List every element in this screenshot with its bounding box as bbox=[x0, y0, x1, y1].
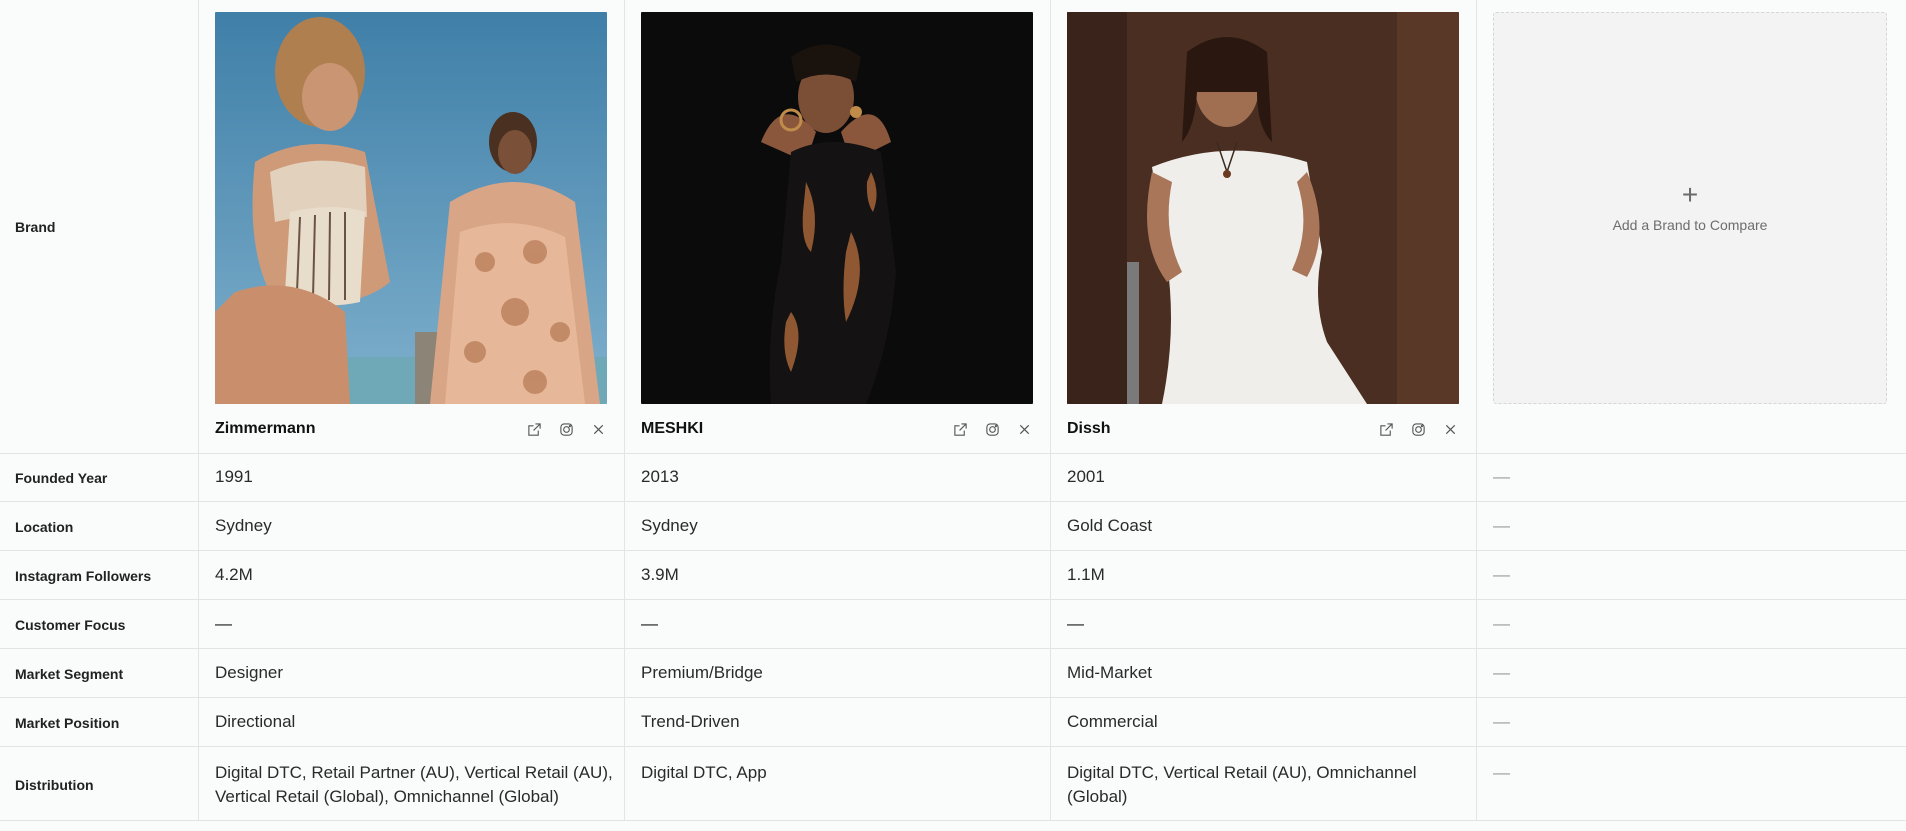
brand-header-row: Brand Zimmermann MESHKI Dissh + Add a Br… bbox=[0, 0, 1906, 454]
value-cell: Digital DTC, Retail Partner (AU), Vertic… bbox=[199, 747, 625, 820]
row-label: Instagram Followers bbox=[0, 551, 199, 599]
external-link-icon[interactable] bbox=[951, 420, 969, 438]
empty-value-cell: — bbox=[1493, 712, 1510, 731]
brand-photo-zimmermann bbox=[215, 12, 607, 404]
row-label: Market Position bbox=[0, 698, 199, 746]
brand-card-dissh: Dissh bbox=[1051, 0, 1477, 453]
value-cell: 2013 bbox=[625, 453, 1051, 501]
add-brand-label: Add a Brand to Compare bbox=[1612, 217, 1768, 233]
row-customer-focus: Customer Focus — — — — bbox=[0, 600, 1906, 649]
add-brand-slot: + Add a Brand to Compare bbox=[1477, 0, 1906, 453]
row-label: Location bbox=[0, 502, 199, 550]
row-instagram-followers: Instagram Followers 4.2M 3.9M 1.1M — bbox=[0, 551, 1906, 600]
value-cell: Trend-Driven bbox=[625, 698, 1051, 746]
value-cell: Digital DTC, Vertical Retail (AU), Omnic… bbox=[1051, 747, 1477, 820]
instagram-icon[interactable] bbox=[1409, 420, 1427, 438]
value-cell: 1991 bbox=[199, 453, 625, 501]
value-cell: Gold Coast bbox=[1051, 502, 1477, 550]
empty-value-cell: — bbox=[1493, 663, 1510, 682]
value-cell: 2001 bbox=[1051, 453, 1477, 501]
empty-value-cell: — bbox=[1493, 614, 1510, 633]
brand-photo-dissh bbox=[1067, 12, 1459, 404]
brand-comparison-table: Brand Zimmermann MESHKI Dissh + Add a Br… bbox=[0, 0, 1906, 831]
brand-name: Zimmermann bbox=[215, 420, 316, 437]
value-cell: Designer bbox=[199, 649, 625, 697]
row-label: Customer Focus bbox=[0, 600, 199, 648]
close-icon[interactable] bbox=[1015, 420, 1033, 438]
empty-value-cell: — bbox=[1493, 565, 1510, 584]
row-label: Market Segment bbox=[0, 649, 199, 697]
brand-card-meshki: MESHKI bbox=[625, 0, 1051, 453]
value-cell: Premium/Bridge bbox=[625, 649, 1051, 697]
row-label-brand: Brand bbox=[0, 0, 199, 453]
empty-value-cell: — bbox=[1493, 763, 1510, 782]
row-distribution: Distribution Digital DTC, Retail Partner… bbox=[0, 747, 1906, 821]
row-market-segment: Market Segment Designer Premium/Bridge M… bbox=[0, 649, 1906, 698]
value-cell: 4.2M bbox=[199, 551, 625, 599]
row-label: Founded Year bbox=[0, 453, 199, 501]
value-cell: — bbox=[1051, 600, 1477, 648]
brand-card-footer: Zimmermann bbox=[215, 404, 607, 454]
empty-value-cell: — bbox=[1493, 516, 1510, 535]
row-market-position: Market Position Directional Trend-Driven… bbox=[0, 698, 1906, 747]
brand-card-footer: MESHKI bbox=[641, 404, 1033, 454]
value-cell: Digital DTC, App bbox=[625, 747, 1051, 820]
value-cell: Commercial bbox=[1051, 698, 1477, 746]
value-cell: — bbox=[625, 600, 1051, 648]
brand-photo-meshki bbox=[641, 12, 1033, 404]
value-cell: — bbox=[199, 600, 625, 648]
value-cell: 3.9M bbox=[625, 551, 1051, 599]
external-link-icon[interactable] bbox=[525, 420, 543, 438]
row-label: Distribution bbox=[0, 747, 199, 820]
brand-name: Dissh bbox=[1067, 420, 1111, 437]
instagram-icon[interactable] bbox=[983, 420, 1001, 438]
brand-card-zimmermann: Zimmermann bbox=[199, 0, 625, 453]
brand-card-footer: Dissh bbox=[1067, 404, 1459, 454]
row-founded-year: Founded Year 1991 2013 2001 — bbox=[0, 453, 1906, 502]
empty-value-cell: — bbox=[1493, 467, 1510, 486]
add-brand-button[interactable]: + Add a Brand to Compare bbox=[1493, 12, 1887, 404]
close-icon[interactable] bbox=[589, 420, 607, 438]
row-location: Location Sydney Sydney Gold Coast — bbox=[0, 502, 1906, 551]
close-icon[interactable] bbox=[1441, 420, 1459, 438]
value-cell: 1.1M bbox=[1051, 551, 1477, 599]
brand-name: MESHKI bbox=[641, 420, 704, 437]
value-cell: Sydney bbox=[199, 502, 625, 550]
value-cell: Directional bbox=[199, 698, 625, 746]
value-cell: Sydney bbox=[625, 502, 1051, 550]
value-cell: Mid-Market bbox=[1051, 649, 1477, 697]
instagram-icon[interactable] bbox=[557, 420, 575, 438]
external-link-icon[interactable] bbox=[1377, 420, 1395, 438]
plus-icon: + bbox=[1681, 179, 1699, 210]
